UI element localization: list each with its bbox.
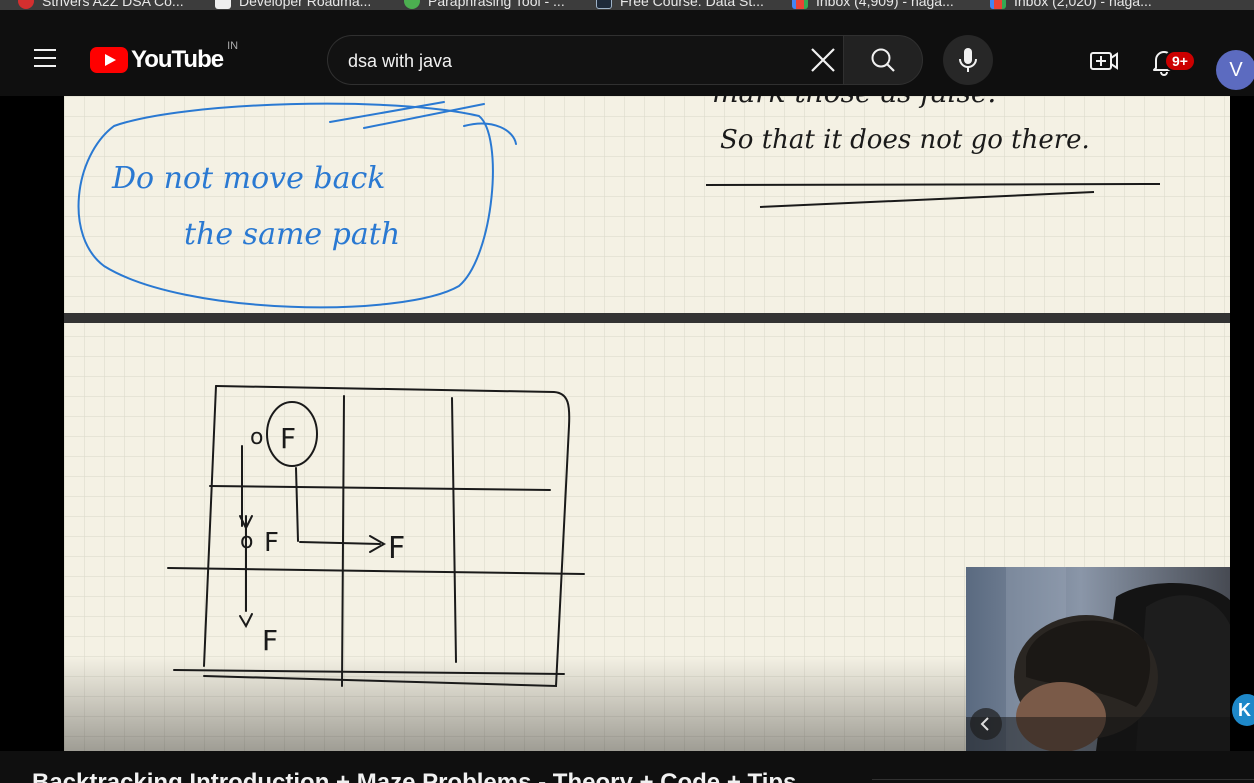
masthead: YouTube IN dsa with java 9+ V bbox=[0, 10, 1254, 96]
search-icon bbox=[871, 48, 895, 72]
note-text: the same path bbox=[184, 217, 400, 252]
search-button[interactable] bbox=[843, 35, 923, 85]
secondary-panel bbox=[872, 779, 1254, 783]
bookmark-item[interactable]: Inbox (2,020) - naga... bbox=[990, 0, 1152, 10]
youtube-logo[interactable]: YouTube IN bbox=[90, 40, 238, 74]
bookmark-item[interactable]: Strivers A2Z DSA Co... bbox=[18, 0, 184, 10]
account-avatar[interactable]: V bbox=[1216, 50, 1254, 90]
video-info: Backtracking Introduction + Maze Problem… bbox=[0, 751, 1254, 783]
cell-label: F bbox=[262, 624, 278, 657]
create-button[interactable] bbox=[1086, 43, 1122, 79]
gmail-icon bbox=[792, 0, 808, 9]
search-input[interactable] bbox=[348, 48, 788, 74]
bookmark-item[interactable]: Free Course: Data St... bbox=[596, 0, 764, 10]
right-note-line-1: mark those as false. bbox=[712, 96, 996, 109]
presenter-webcam bbox=[966, 567, 1230, 751]
note-text: Do not move back bbox=[111, 161, 385, 196]
guide-menu-button[interactable] bbox=[26, 38, 66, 78]
roadmap-icon bbox=[215, 0, 231, 9]
cell-label: F bbox=[264, 528, 279, 558]
previous-button[interactable] bbox=[970, 708, 1002, 740]
logo-text: YouTube bbox=[131, 46, 224, 73]
paraphrase-icon bbox=[404, 0, 420, 9]
youtube-play-icon bbox=[90, 47, 128, 73]
video-frame[interactable]: Do not move back the same path mark thos… bbox=[64, 96, 1230, 751]
bookmarks-bar: Strivers A2Z DSA Co... Developer Roadma.… bbox=[0, 0, 1254, 10]
bookmark-label: Paraphrasing Tool - ... bbox=[428, 0, 565, 9]
bookmark-item[interactable]: Developer Roadma... bbox=[215, 0, 371, 10]
country-code: IN bbox=[227, 40, 239, 52]
note-line-1: Do not move back bbox=[111, 161, 385, 196]
menu-icon-bar bbox=[34, 65, 56, 67]
video-title: Backtracking Introduction + Maze Problem… bbox=[32, 769, 797, 783]
panel-divider bbox=[64, 313, 1230, 323]
cell-label: o bbox=[240, 529, 253, 554]
bookmark-label: Inbox (2,020) - naga... bbox=[1014, 0, 1152, 9]
note-text: mark those as false. bbox=[712, 96, 996, 109]
menu-icon bbox=[34, 49, 56, 51]
search-box bbox=[327, 35, 844, 85]
bookmark-label: Developer Roadma... bbox=[239, 0, 372, 9]
clear-search-button[interactable] bbox=[806, 43, 840, 77]
chevron-left-icon bbox=[980, 717, 989, 731]
menu-icon-bar bbox=[34, 57, 56, 59]
cell-label: F bbox=[280, 422, 296, 455]
channel-badge[interactable]: K bbox=[1232, 694, 1254, 726]
note-line-2: the same path bbox=[184, 217, 400, 252]
create-video-icon bbox=[1090, 52, 1118, 70]
microphone-icon bbox=[959, 48, 977, 72]
bookmark-label: Strivers A2Z DSA Co... bbox=[42, 0, 184, 9]
cell-label: o bbox=[250, 425, 263, 450]
right-note-line-2: So that it does not go there. bbox=[720, 125, 1090, 155]
bookmark-label: Inbox (4,909) - naga... bbox=[816, 0, 954, 9]
cell-label: F bbox=[388, 531, 405, 566]
strivers-icon bbox=[18, 0, 34, 9]
gmail-icon bbox=[990, 0, 1006, 9]
presenter-image bbox=[966, 567, 1230, 751]
course-icon bbox=[596, 0, 612, 9]
close-icon bbox=[811, 48, 835, 72]
bookmark-item[interactable]: Paraphrasing Tool - ... bbox=[404, 0, 565, 10]
notification-count-badge: 9+ bbox=[1164, 50, 1196, 72]
bookmark-item[interactable]: Inbox (4,909) - naga... bbox=[792, 0, 954, 10]
video-player: Do not move back the same path mark thos… bbox=[0, 96, 1254, 751]
voice-search-button[interactable] bbox=[943, 35, 993, 85]
note-text: So that it does not go there. bbox=[720, 125, 1090, 155]
bookmark-label: Free Course: Data St... bbox=[620, 0, 764, 9]
